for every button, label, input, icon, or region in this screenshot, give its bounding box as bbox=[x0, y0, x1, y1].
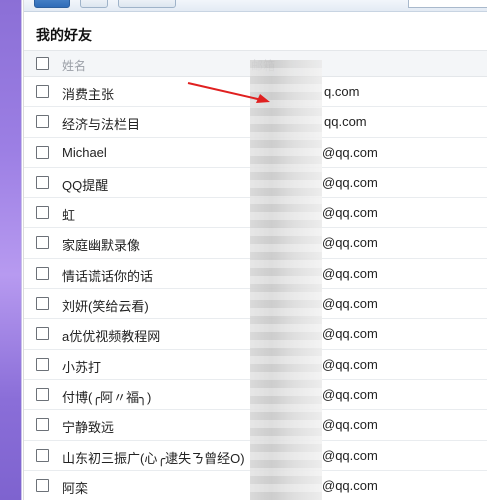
row-checkbox[interactable] bbox=[36, 448, 49, 462]
friend-name[interactable]: 情话谎话你的话 bbox=[62, 266, 153, 285]
row-checkbox[interactable] bbox=[36, 145, 49, 159]
friend-name[interactable]: 小苏打 bbox=[62, 357, 101, 376]
friend-name[interactable]: 阿栾 bbox=[62, 478, 88, 497]
friend-name[interactable]: 宁静致远 bbox=[62, 417, 114, 436]
friend-email[interactable]: @qq.com bbox=[322, 326, 378, 341]
email-redaction-mosaic bbox=[250, 60, 322, 500]
friend-email[interactable]: @qq.com bbox=[322, 175, 378, 190]
friend-name[interactable]: 家庭幽默录像 bbox=[62, 235, 140, 254]
friend-name[interactable]: Michael bbox=[62, 145, 107, 160]
row-checkbox[interactable] bbox=[36, 115, 49, 129]
column-header-name[interactable]: 姓名 bbox=[62, 57, 86, 74]
friend-name[interactable]: a优优视频教程网 bbox=[62, 326, 160, 345]
friend-name[interactable]: 付博(╭阿〃福╮) bbox=[62, 387, 151, 406]
friend-name[interactable]: 刘妍(笑给云看) bbox=[62, 296, 149, 315]
row-checkbox[interactable] bbox=[36, 327, 49, 341]
search-input[interactable] bbox=[408, 0, 487, 8]
page-title: 我的好友 bbox=[36, 27, 92, 43]
friend-email[interactable]: @qq.com bbox=[322, 205, 378, 220]
friend-name[interactable]: QQ提醒 bbox=[62, 175, 108, 194]
friend-email[interactable]: @qq.com bbox=[322, 417, 378, 432]
row-checkbox[interactable] bbox=[36, 418, 49, 432]
friend-email[interactable]: @qq.com bbox=[322, 266, 378, 281]
friend-name[interactable]: 山东初三振广(心╭逮失ㄋ曾经O) bbox=[62, 448, 245, 467]
row-checkbox[interactable] bbox=[36, 236, 49, 250]
friend-email[interactable]: @qq.com bbox=[322, 387, 378, 402]
friend-name[interactable]: 消费主张 bbox=[62, 84, 114, 103]
delete-button[interactable] bbox=[80, 0, 108, 8]
row-checkbox[interactable] bbox=[36, 175, 49, 189]
row-checkbox[interactable] bbox=[36, 357, 49, 371]
friend-name[interactable]: 虹 bbox=[62, 205, 75, 224]
row-checkbox[interactable] bbox=[36, 266, 49, 280]
friend-email[interactable]: @qq.com bbox=[322, 478, 378, 493]
friend-email[interactable]: qq.com bbox=[324, 114, 367, 129]
toolbar bbox=[24, 0, 487, 12]
arrow-annotation-icon bbox=[187, 82, 270, 103]
more-options-button[interactable] bbox=[118, 0, 176, 8]
friend-email[interactable]: @qq.com bbox=[322, 145, 378, 160]
row-checkbox[interactable] bbox=[36, 297, 49, 311]
friend-email[interactable]: @qq.com bbox=[322, 357, 378, 372]
row-checkbox[interactable] bbox=[36, 478, 49, 492]
mail-contacts-panel: 我的好友 姓名 邮箱 消费主张q.com经济与法栏目qq.comMichael@… bbox=[23, 0, 487, 500]
row-checkbox[interactable] bbox=[36, 206, 49, 220]
desktop-background-strip bbox=[0, 0, 22, 500]
row-checkbox[interactable] bbox=[36, 85, 49, 98]
friend-name[interactable]: 经济与法栏目 bbox=[62, 114, 140, 133]
friend-email[interactable]: @qq.com bbox=[322, 235, 378, 250]
row-checkbox[interactable] bbox=[36, 387, 49, 401]
friend-email[interactable]: q.com bbox=[324, 84, 359, 99]
friend-email[interactable]: @qq.com bbox=[322, 448, 378, 463]
select-all-checkbox[interactable] bbox=[36, 57, 49, 70]
compose-button[interactable] bbox=[34, 0, 70, 8]
friend-email[interactable]: @qq.com bbox=[322, 296, 378, 311]
